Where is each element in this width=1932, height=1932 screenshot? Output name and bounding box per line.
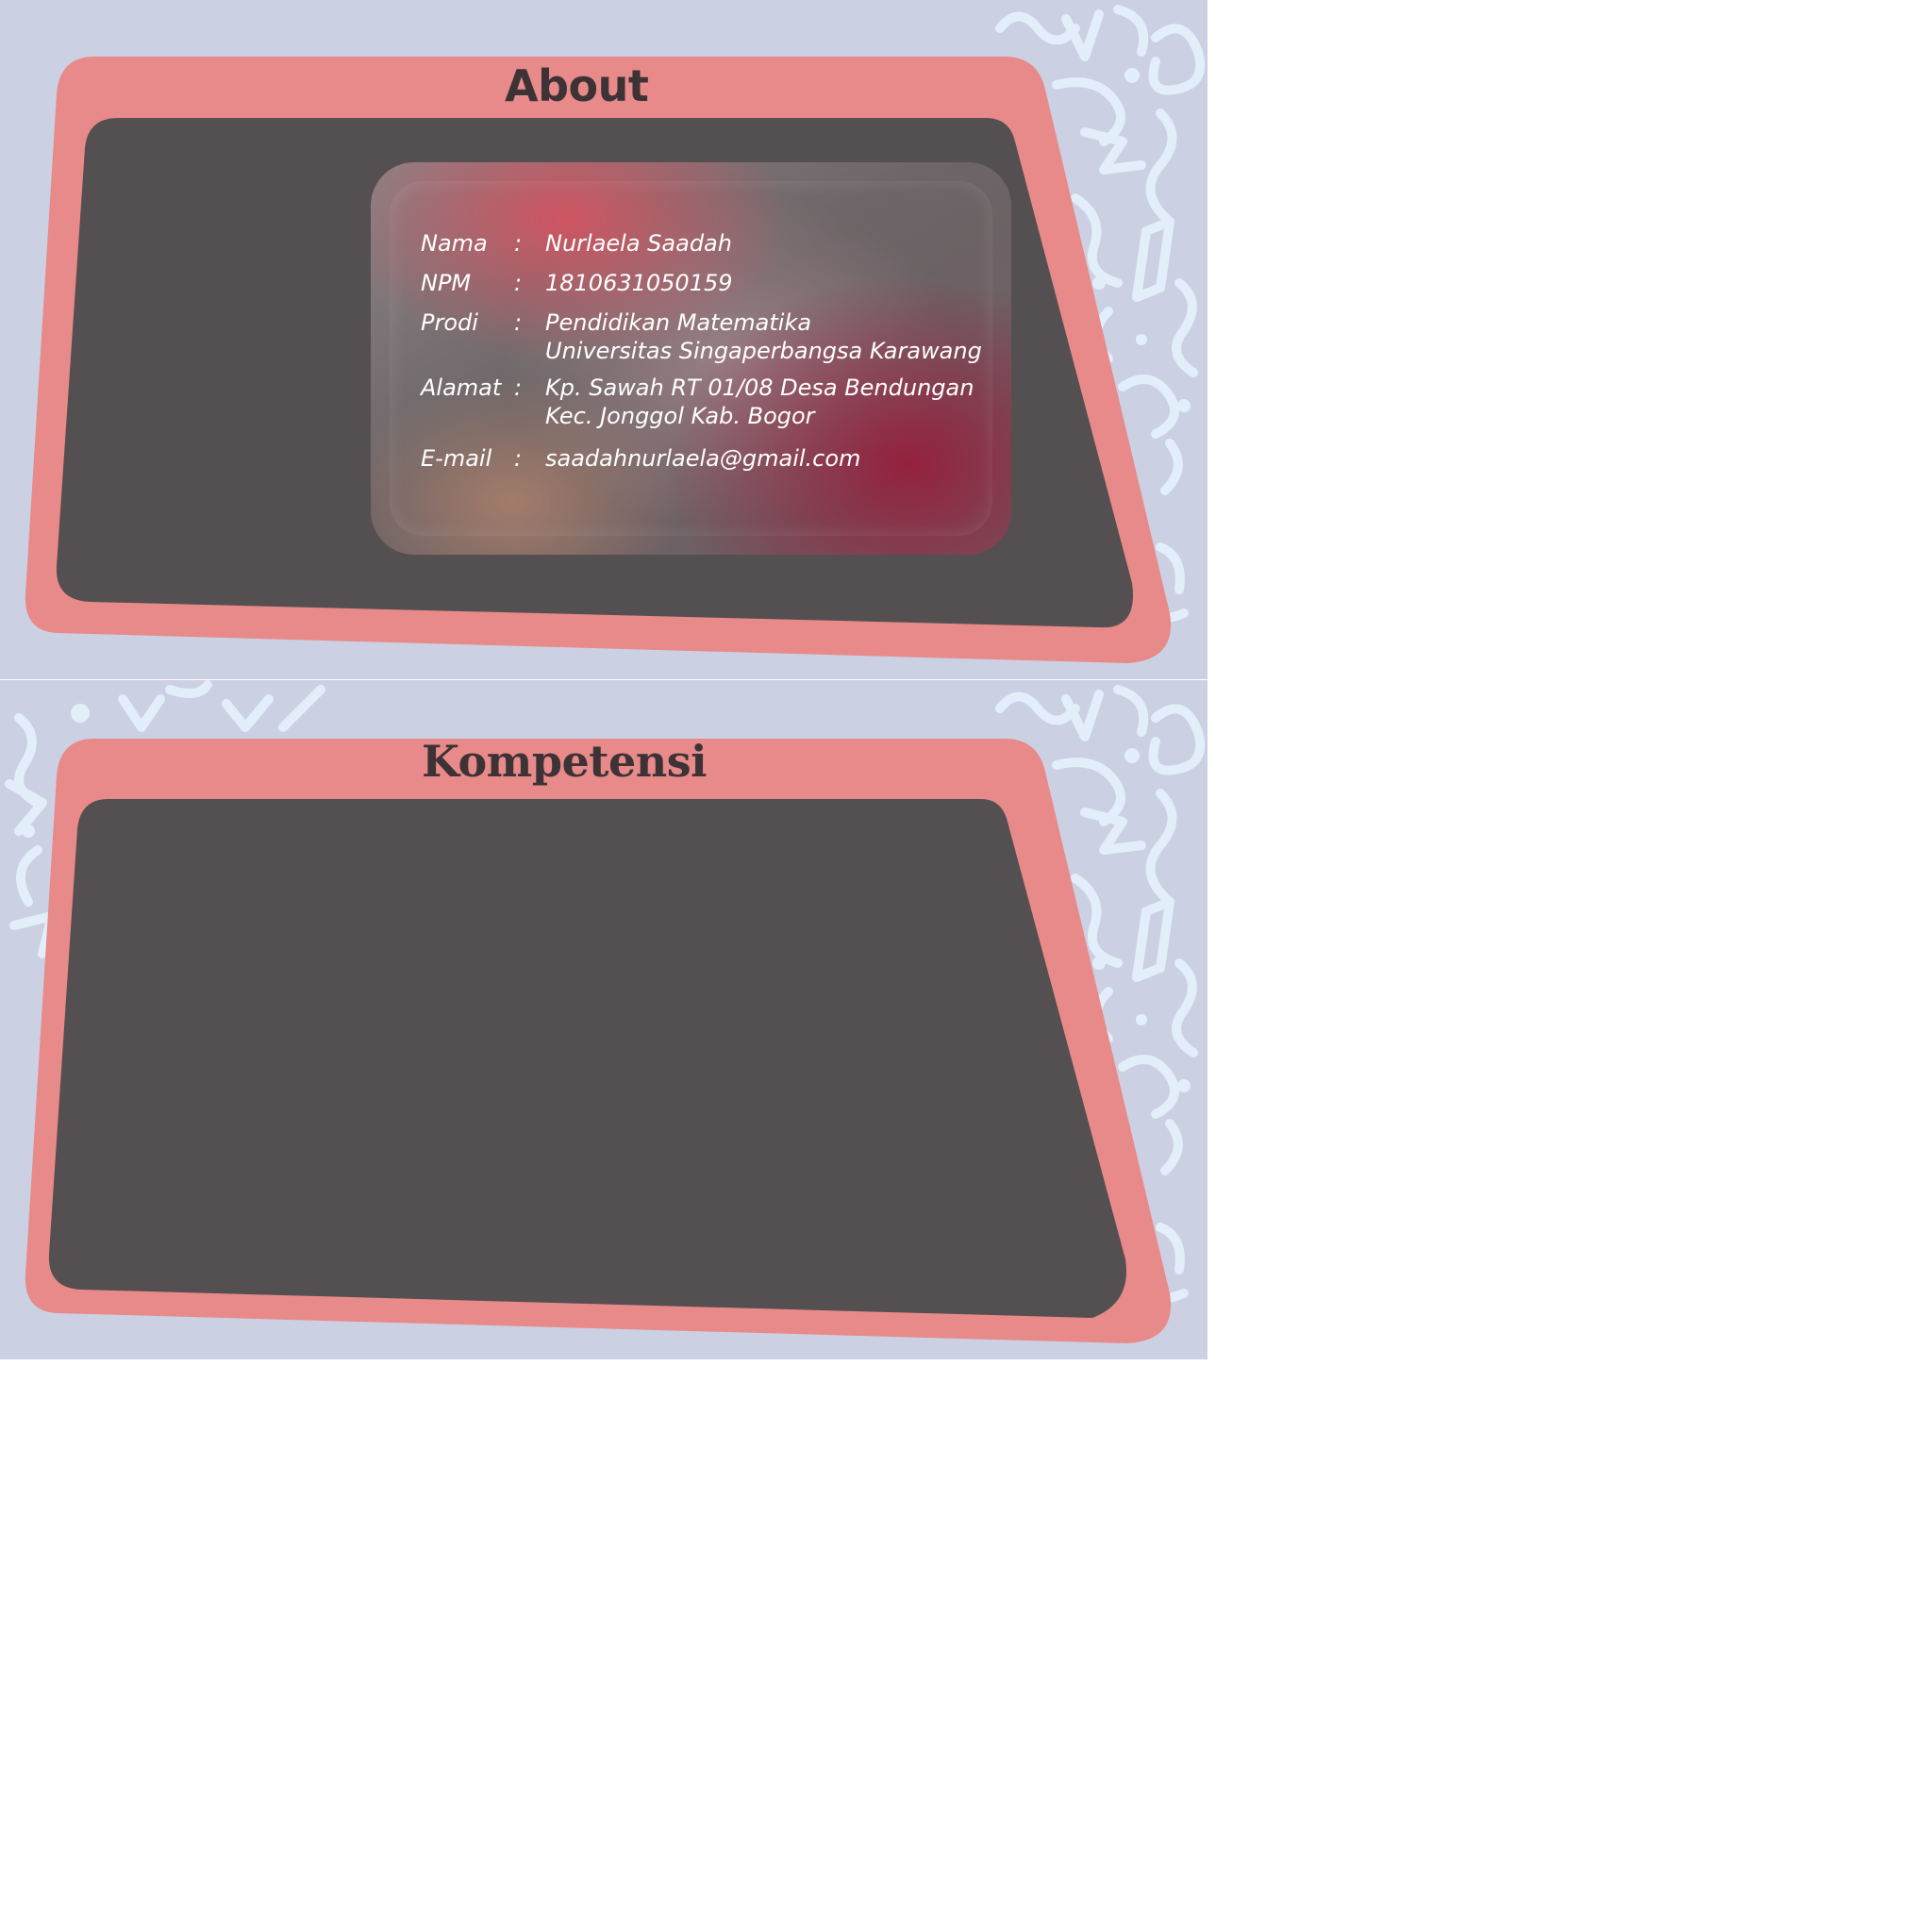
info-label-nama: Nama: [421, 230, 488, 257]
about-title: About: [505, 60, 649, 111]
info-value-nama: Nurlaela Saadah: [545, 230, 732, 257]
info-value-prodi-line1: Pendidikan Matematika: [545, 309, 812, 336]
info-label-prodi: Prodi: [421, 309, 478, 336]
info-separator: :: [514, 309, 523, 336]
info-value-npm: 1810631050159: [545, 270, 733, 296]
kompetensi-dark-panel: [48, 799, 1127, 1318]
info-separator: :: [514, 445, 523, 472]
kompetensi-slide: Kompetensi: [0, 680, 1208, 1359]
info-label-npm: NPM: [421, 270, 472, 296]
info-separator: :: [514, 375, 523, 401]
info-value-email: saadahnurlaela@gmail.com: [545, 445, 861, 472]
info-value-alamat-line1: Kp. Sawah RT 01/08 Desa Bendungan: [545, 375, 974, 401]
info-value-prodi-line2: Universitas Singaperbangsa Karawang: [545, 338, 982, 364]
info-label-alamat: Alamat: [421, 375, 502, 401]
profile-info-card: Nama : Nurlaela Saadah NPM : 18106310501…: [371, 162, 1011, 555]
info-separator: :: [514, 230, 523, 257]
info-separator: :: [514, 270, 523, 296]
info-value-alamat-line2: Kec. Jonggol Kab. Bogor: [545, 403, 815, 429]
info-label-email: E-mail: [421, 445, 492, 472]
about-slide: About Nama : Nurlaela Saadah NPM : 18106…: [0, 0, 1208, 679]
kompetensi-title: Kompetensi: [422, 736, 708, 787]
